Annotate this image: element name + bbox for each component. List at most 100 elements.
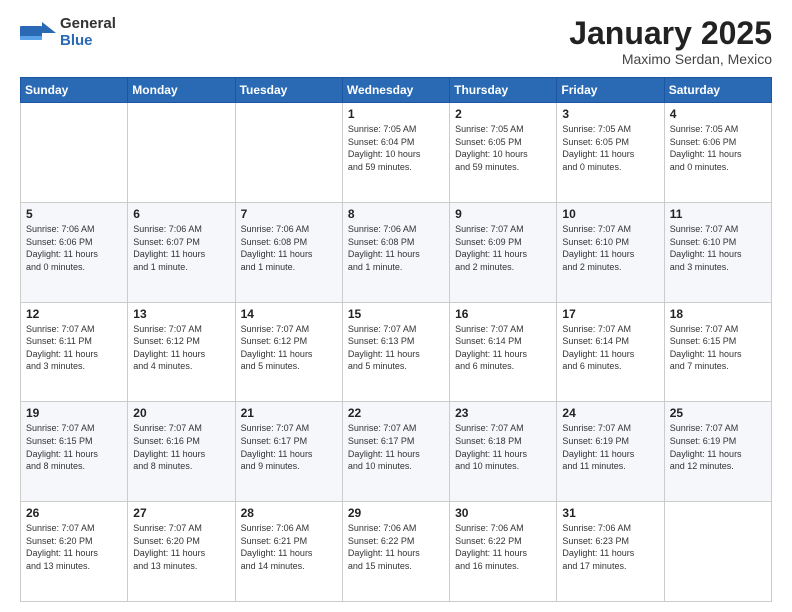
day-number: 21 xyxy=(241,406,337,420)
calendar-week-2: 5 Sunrise: 7:06 AM Sunset: 6:06 PM Daylig… xyxy=(21,202,772,302)
day-info: Sunrise: 7:06 AM Sunset: 6:08 PM Dayligh… xyxy=(348,223,444,273)
calendar-cell-w4-d5: 24 Sunrise: 7:07 AM Sunset: 6:19 PM Dayli… xyxy=(557,402,664,502)
calendar-cell-w5-d1: 27 Sunrise: 7:07 AM Sunset: 6:20 PM Dayli… xyxy=(128,502,235,602)
day-info: Sunrise: 7:07 AM Sunset: 6:18 PM Dayligh… xyxy=(455,422,551,472)
col-saturday: Saturday xyxy=(664,78,771,103)
calendar-cell-w3-d5: 17 Sunrise: 7:07 AM Sunset: 6:14 PM Dayli… xyxy=(557,302,664,402)
calendar-cell-w3-d1: 13Sunrise: 7:07 AM Sunset: 6:12 PM Dayli… xyxy=(128,302,235,402)
calendar-week-3: 12 Sunrise: 7:07 AM Sunset: 6:11 PM Dayli… xyxy=(21,302,772,402)
day-number: 12 xyxy=(26,307,122,321)
col-tuesday: Tuesday xyxy=(235,78,342,103)
day-number: 3 xyxy=(562,107,658,121)
day-number: 31 xyxy=(562,506,658,520)
calendar-cell-w2-d4: 9Sunrise: 7:07 AM Sunset: 6:09 PM Daylig… xyxy=(450,202,557,302)
calendar-cell-w4-d2: 21 Sunrise: 7:07 AM Sunset: 6:17 PM Dayli… xyxy=(235,402,342,502)
day-number: 16 xyxy=(455,307,551,321)
day-number: 25 xyxy=(670,406,766,420)
day-number: 26 xyxy=(26,506,122,520)
day-info: Sunrise: 7:07 AM Sunset: 6:13 PM Dayligh… xyxy=(348,323,444,373)
col-friday: Friday xyxy=(557,78,664,103)
calendar-week-1: 1 Sunrise: 7:05 AM Sunset: 6:04 PM Daylig… xyxy=(21,103,772,203)
day-number: 5 xyxy=(26,207,122,221)
day-info: Sunrise: 7:07 AM Sunset: 6:16 PM Dayligh… xyxy=(133,422,229,472)
calendar-cell-w1-d0 xyxy=(21,103,128,203)
day-info: Sunrise: 7:06 AM Sunset: 6:23 PM Dayligh… xyxy=(562,522,658,572)
calendar-cell-w3-d0: 12 Sunrise: 7:07 AM Sunset: 6:11 PM Dayli… xyxy=(21,302,128,402)
logo: General Blue xyxy=(20,16,116,49)
calendar-header-row: Sunday Monday Tuesday Wednesday Thursday… xyxy=(21,78,772,103)
day-info: Sunrise: 7:07 AM Sunset: 6:19 PM Dayligh… xyxy=(670,422,766,472)
calendar-cell-w1-d2 xyxy=(235,103,342,203)
day-info: Sunrise: 7:06 AM Sunset: 6:22 PM Dayligh… xyxy=(455,522,551,572)
day-number: 28 xyxy=(241,506,337,520)
col-monday: Monday xyxy=(128,78,235,103)
day-info: Sunrise: 7:07 AM Sunset: 6:11 PM Dayligh… xyxy=(26,323,122,373)
calendar-table: Sunday Monday Tuesday Wednesday Thursday… xyxy=(20,77,772,602)
calendar-page: General Blue January 2025 Maximo Serdan,… xyxy=(0,0,792,612)
day-number: 9 xyxy=(455,207,551,221)
header: General Blue January 2025 Maximo Serdan,… xyxy=(20,16,772,67)
col-thursday: Thursday xyxy=(450,78,557,103)
day-info: Sunrise: 7:07 AM Sunset: 6:15 PM Dayligh… xyxy=(26,422,122,472)
day-info: Sunrise: 7:07 AM Sunset: 6:10 PM Dayligh… xyxy=(562,223,658,273)
logo-blue-text: Blue xyxy=(60,32,93,49)
day-info: Sunrise: 7:06 AM Sunset: 6:22 PM Dayligh… xyxy=(348,522,444,572)
calendar-cell-w1-d3: 1 Sunrise: 7:05 AM Sunset: 6:04 PM Daylig… xyxy=(342,103,449,203)
calendar-cell-w5-d3: 29 Sunrise: 7:06 AM Sunset: 6:22 PM Dayli… xyxy=(342,502,449,602)
day-number: 4 xyxy=(670,107,766,121)
day-number: 15 xyxy=(348,307,444,321)
calendar-cell-w2-d0: 5 Sunrise: 7:06 AM Sunset: 6:06 PM Daylig… xyxy=(21,202,128,302)
day-number: 1 xyxy=(348,107,444,121)
day-number: 27 xyxy=(133,506,229,520)
day-info: Sunrise: 7:06 AM Sunset: 6:08 PM Dayligh… xyxy=(241,223,337,273)
day-number: 24 xyxy=(562,406,658,420)
day-number: 29 xyxy=(348,506,444,520)
day-info: Sunrise: 7:07 AM Sunset: 6:20 PM Dayligh… xyxy=(133,522,229,572)
day-info: Sunrise: 7:06 AM Sunset: 6:07 PM Dayligh… xyxy=(133,223,229,273)
calendar-cell-w3-d6: 18Sunrise: 7:07 AM Sunset: 6:15 PM Dayli… xyxy=(664,302,771,402)
day-number: 10 xyxy=(562,207,658,221)
day-number: 30 xyxy=(455,506,551,520)
day-number: 17 xyxy=(562,307,658,321)
month-title: January 2025 xyxy=(569,16,772,51)
day-info: Sunrise: 7:07 AM Sunset: 6:14 PM Dayligh… xyxy=(562,323,658,373)
day-number: 18 xyxy=(670,307,766,321)
day-number: 14 xyxy=(241,307,337,321)
day-info: Sunrise: 7:06 AM Sunset: 6:21 PM Dayligh… xyxy=(241,522,337,572)
day-number: 8 xyxy=(348,207,444,221)
day-info: Sunrise: 7:05 AM Sunset: 6:04 PM Dayligh… xyxy=(348,123,444,173)
calendar-cell-w5-d0: 26 Sunrise: 7:07 AM Sunset: 6:20 PM Dayli… xyxy=(21,502,128,602)
calendar-week-5: 26 Sunrise: 7:07 AM Sunset: 6:20 PM Dayli… xyxy=(21,502,772,602)
day-info: Sunrise: 7:05 AM Sunset: 6:05 PM Dayligh… xyxy=(455,123,551,173)
calendar-cell-w2-d6: 11Sunrise: 7:07 AM Sunset: 6:10 PM Dayli… xyxy=(664,202,771,302)
calendar-cell-w4-d6: 25 Sunrise: 7:07 AM Sunset: 6:19 PM Dayli… xyxy=(664,402,771,502)
day-number: 13 xyxy=(133,307,229,321)
day-number: 19 xyxy=(26,406,122,420)
day-number: 6 xyxy=(133,207,229,221)
logo-icon xyxy=(20,18,56,48)
calendar-cell-w5-d2: 28 Sunrise: 7:06 AM Sunset: 6:21 PM Dayli… xyxy=(235,502,342,602)
calendar-cell-w2-d3: 8 Sunrise: 7:06 AM Sunset: 6:08 PM Daylig… xyxy=(342,202,449,302)
day-number: 20 xyxy=(133,406,229,420)
calendar-cell-w4-d0: 19 Sunrise: 7:07 AM Sunset: 6:15 PM Dayli… xyxy=(21,402,128,502)
day-info: Sunrise: 7:07 AM Sunset: 6:17 PM Dayligh… xyxy=(241,422,337,472)
day-number: 7 xyxy=(241,207,337,221)
day-info: Sunrise: 7:05 AM Sunset: 6:05 PM Dayligh… xyxy=(562,123,658,173)
calendar-cell-w1-d5: 3 Sunrise: 7:05 AM Sunset: 6:05 PM Daylig… xyxy=(557,103,664,203)
day-info: Sunrise: 7:07 AM Sunset: 6:17 PM Dayligh… xyxy=(348,422,444,472)
calendar-cell-w3-d4: 16Sunrise: 7:07 AM Sunset: 6:14 PM Dayli… xyxy=(450,302,557,402)
day-info: Sunrise: 7:07 AM Sunset: 6:10 PM Dayligh… xyxy=(670,223,766,273)
logo-general-text: General xyxy=(60,15,116,32)
col-sunday: Sunday xyxy=(21,78,128,103)
day-info: Sunrise: 7:05 AM Sunset: 6:06 PM Dayligh… xyxy=(670,123,766,173)
day-info: Sunrise: 7:07 AM Sunset: 6:19 PM Dayligh… xyxy=(562,422,658,472)
day-info: Sunrise: 7:07 AM Sunset: 6:20 PM Dayligh… xyxy=(26,522,122,572)
calendar-cell-w4-d4: 23Sunrise: 7:07 AM Sunset: 6:18 PM Dayli… xyxy=(450,402,557,502)
calendar-week-4: 19 Sunrise: 7:07 AM Sunset: 6:15 PM Dayli… xyxy=(21,402,772,502)
day-info: Sunrise: 7:06 AM Sunset: 6:06 PM Dayligh… xyxy=(26,223,122,273)
calendar-cell-w5-d6 xyxy=(664,502,771,602)
calendar-cell-w3-d3: 15 Sunrise: 7:07 AM Sunset: 6:13 PM Dayli… xyxy=(342,302,449,402)
calendar-cell-w5-d5: 31 Sunrise: 7:06 AM Sunset: 6:23 PM Dayli… xyxy=(557,502,664,602)
calendar-cell-w2-d5: 10 Sunrise: 7:07 AM Sunset: 6:10 PM Dayli… xyxy=(557,202,664,302)
location: Maximo Serdan, Mexico xyxy=(569,51,772,67)
